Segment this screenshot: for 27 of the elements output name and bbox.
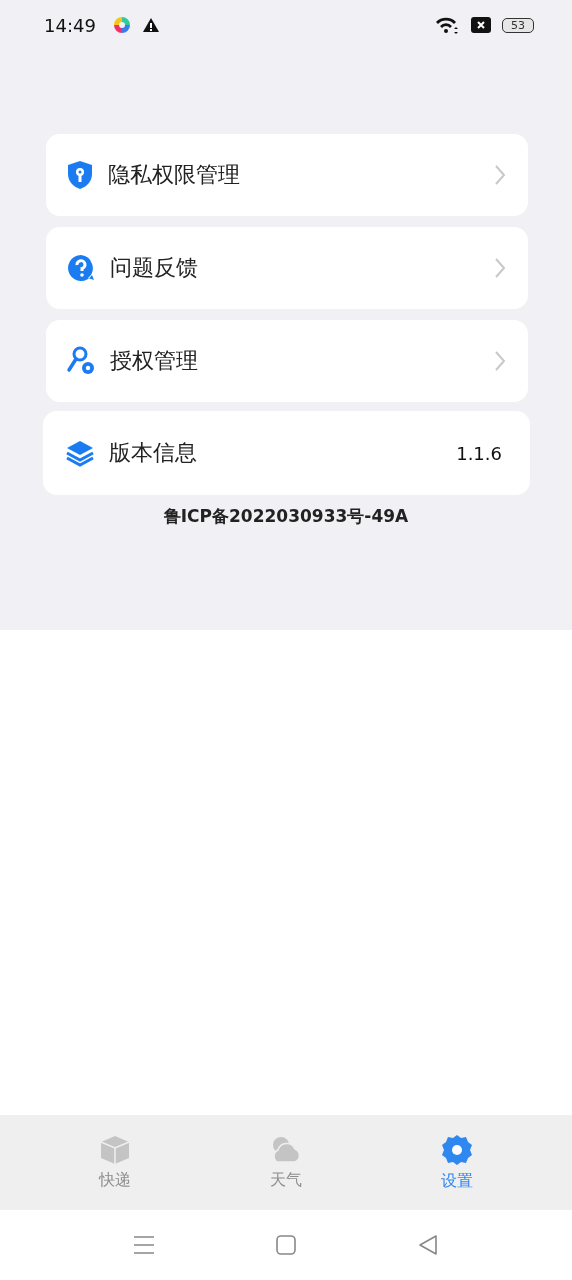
version-number: 1.1.6 bbox=[456, 442, 502, 464]
menu-label: 隐私权限管理 bbox=[108, 161, 240, 189]
settings-icon bbox=[439, 1133, 474, 1167]
chevron-right-icon bbox=[494, 350, 506, 372]
layers-icon bbox=[65, 438, 95, 468]
menu-item[interactable]: 隐私权限管理 bbox=[46, 134, 528, 216]
menu-label: 版本信息 bbox=[109, 439, 197, 467]
wifi-icon bbox=[434, 15, 460, 35]
battery-indicator: 53 bbox=[502, 17, 534, 33]
chevron-right-icon bbox=[494, 257, 506, 279]
icp-license-text: 鲁ICP备2022030933号-49A bbox=[162, 505, 410, 528]
menu-item[interactable]: 授权管理 bbox=[46, 320, 528, 402]
sim-blocked-icon bbox=[470, 16, 492, 34]
help-icon bbox=[66, 253, 96, 283]
app-logo-icon bbox=[111, 15, 132, 35]
menu-item[interactable]: 版本信息 1.1.6 bbox=[43, 411, 530, 495]
menu-label: 问题反馈 bbox=[110, 254, 198, 282]
warning-icon bbox=[141, 17, 160, 33]
chevron-right-icon bbox=[494, 164, 506, 186]
back-icon[interactable] bbox=[417, 1234, 439, 1256]
shield-key-icon bbox=[66, 160, 94, 190]
menu-item[interactable]: 问题反馈 bbox=[46, 227, 528, 309]
home-icon[interactable] bbox=[275, 1234, 297, 1256]
key-gear-icon bbox=[66, 346, 96, 376]
menu-label: 授权管理 bbox=[110, 347, 198, 375]
status-time: 14:49 bbox=[44, 14, 96, 36]
menu-icon[interactable] bbox=[133, 1234, 155, 1256]
